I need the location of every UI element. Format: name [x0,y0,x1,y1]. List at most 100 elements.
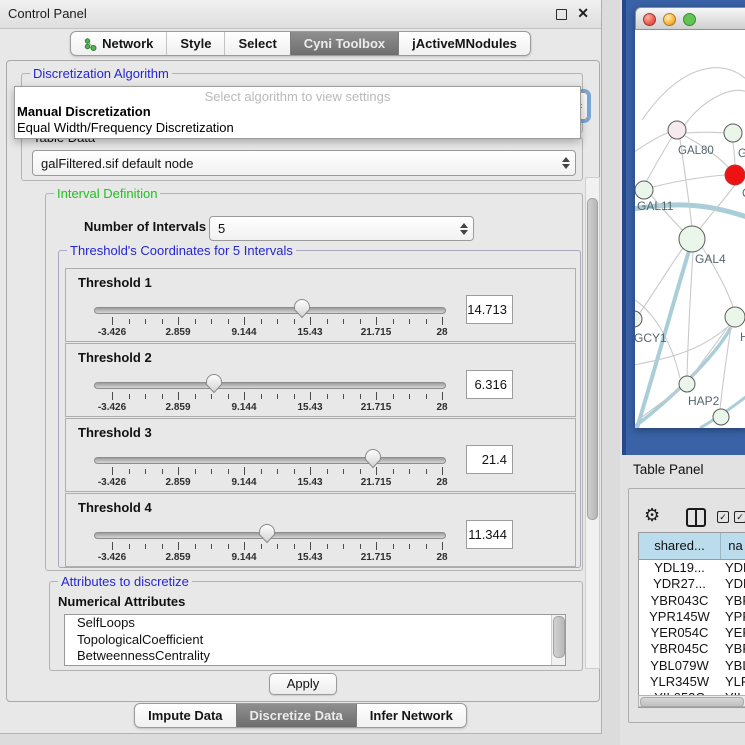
slider-tick-label: 2.859 [165,327,190,338]
checkbox-icon[interactable]: ✓ [734,511,745,523]
slider-track[interactable] [94,307,446,314]
slider-thumb[interactable] [364,448,382,469]
network-node[interactable] [679,376,695,392]
slider-tick [211,469,212,474]
tab-discretize-data[interactable]: Discretize Data [236,704,356,727]
table-cell: YDL1 [720,560,745,576]
attribute-list-item[interactable]: TopologicalCoefficient [65,632,565,649]
slider-track[interactable] [94,457,446,464]
network-edge[interactable] [684,90,745,126]
threshold-value-field[interactable]: 6.316 [466,370,513,399]
gear-icon[interactable]: ⚙ [644,505,660,526]
threshold-value-field[interactable]: 21.4 [466,445,513,474]
attributes-list-scrollbar[interactable] [551,615,565,665]
slider-tick-label: 21.715 [361,402,392,413]
slider-tick-label: 28 [436,552,447,563]
algorithm-menu-item-manual-discretization[interactable]: Manual Discretization [15,104,580,120]
table-column-header[interactable]: shared... [639,533,721,559]
number-of-intervals-combobox[interactable]: 5 [209,216,474,241]
slider-tick [261,469,262,474]
network-edge[interactable] [642,68,745,120]
slider-tick [343,394,344,399]
window-title: Control Panel [8,0,87,28]
tab-label: jActiveMNodules [412,32,517,55]
slider-tick [178,317,179,325]
slider-tick [360,469,361,474]
slider-tick [277,544,278,549]
slider-tick [343,544,344,549]
slider-tick [129,469,130,474]
node-table[interactable]: shared...na YDL19...YDL1YDR27...YDR2YBR0… [638,532,745,708]
network-node-label: GAL80 [678,145,714,157]
table-row[interactable]: YER054CYER0 [639,625,745,641]
slider-thumb[interactable] [205,373,223,394]
network-node[interactable] [713,409,729,425]
network-edge[interactable] [687,252,693,376]
slider-tick [327,544,328,549]
table-row[interactable]: YDR27...YDR2 [639,576,745,592]
tab-impute-data[interactable]: Impute Data [135,704,235,727]
tab-select[interactable]: Select [224,32,289,55]
network-node[interactable] [668,121,686,139]
tab-infer-network[interactable]: Infer Network [356,704,466,727]
tab-cyni-toolbox[interactable]: Cyni Toolbox [290,32,398,55]
zoom-traffic-light-icon[interactable] [683,13,696,26]
columns-icon[interactable] [686,508,706,527]
network-node[interactable] [725,307,745,327]
table-column-header[interactable]: na [721,533,745,559]
table-cell: YDL19... [639,560,720,576]
threshold-value-field[interactable]: 11.344 [466,520,513,549]
apply-button[interactable]: Apply [269,673,337,695]
network-node[interactable] [679,226,705,252]
network-edge[interactable] [692,325,729,377]
close-traffic-light-icon[interactable] [643,13,656,26]
minimize-traffic-light-icon[interactable] [663,13,676,26]
table-row[interactable]: YPR145WYPR1 [639,609,745,625]
network-node[interactable] [725,165,745,185]
tab-style[interactable]: Style [166,32,224,55]
table-row[interactable]: YBL079WYBL0 [639,658,745,674]
network-view-window: GAL80GAGAL11CGAL4GCY1HHAP2 [635,7,745,428]
slider-tick [277,394,278,399]
table-header-row: shared...na [639,533,745,560]
slider-tick-label: 9.144 [231,402,256,413]
attribute-list-item[interactable]: BetweennessCentrality [65,648,565,665]
content-vertical-scrollbar[interactable] [585,177,600,669]
network-edge[interactable] [733,142,735,166]
table-horizontal-scrollbar[interactable] [638,695,745,707]
number-of-intervals-value: 5 [218,221,225,236]
threshold-value-field[interactable]: 14.713 [466,295,513,324]
close-icon[interactable]: ✕ [577,5,589,22]
network-edge[interactable] [646,137,672,182]
slider-track[interactable] [94,382,446,389]
table-data-combobox[interactable]: galFiltered.sif default node [32,150,576,176]
checkbox-icon[interactable]: ✓ [717,511,729,523]
network-node[interactable] [724,124,742,142]
slider-tick [393,469,394,474]
network-node[interactable] [635,311,642,327]
network-edge[interactable] [685,132,724,133]
network-canvas[interactable]: GAL80GAGAL11CGAL4GCY1HHAP2 [635,30,745,428]
network-edge[interactable] [639,248,683,314]
slider-thumb[interactable] [293,298,311,319]
slider-tick [244,392,245,400]
table-row[interactable]: YBR045CYBR0 [639,641,745,657]
network-node[interactable] [635,181,653,199]
slider-tick [426,544,427,549]
table-row[interactable]: YLR345WYLR3 [639,674,745,690]
tab-jactivemnodules[interactable]: jActiveMNodules [398,32,530,55]
attribute-list-item[interactable]: SelfLoops [65,615,565,632]
slider-tick [195,319,196,324]
slider-tick [261,544,262,549]
table-row[interactable]: YBR043CYBR0 [639,593,745,609]
table-row[interactable]: YDL19...YDL1 [639,560,745,576]
numerical-attributes-list[interactable]: SelfLoopsTopologicalCoefficientBetweenne… [64,614,566,666]
slider-thumb[interactable] [258,523,276,544]
slider-tick [112,392,113,400]
float-window-icon[interactable] [556,9,567,20]
slider-tick [409,394,410,399]
slider-tick [327,469,328,474]
network-edge[interactable] [653,175,726,187]
tab-network[interactable]: Network [71,32,166,55]
algorithm-menu-item-equal-width-frequency-discretization[interactable]: Equal Width/Frequency Discretization [15,120,580,136]
